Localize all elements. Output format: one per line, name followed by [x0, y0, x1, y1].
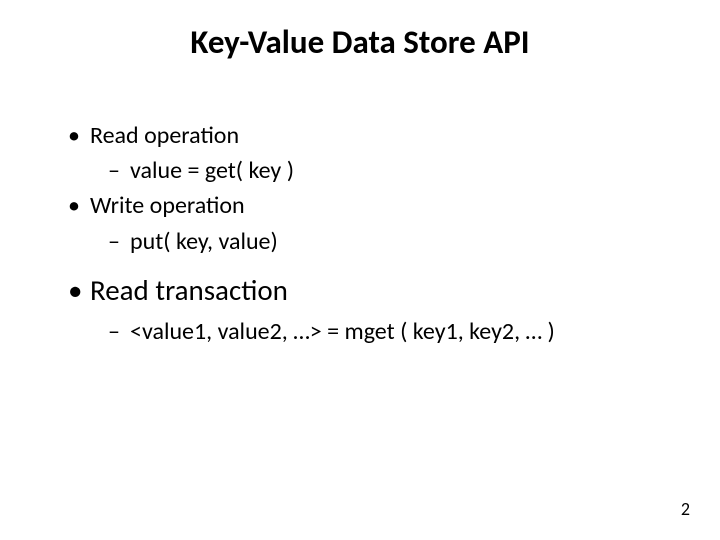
- subbullet-text: put( key, value): [130, 227, 278, 256]
- subbullet-mget: – <value1, value2, …> = mget ( key1, key…: [130, 316, 660, 347]
- subbullet-get: – value = get( key ): [130, 155, 660, 186]
- bullet-text: Read operation: [90, 121, 239, 150]
- slide-body: • Read operation – value = get( key ) • …: [60, 120, 660, 347]
- slide: Key-Value Data Store API • Read operatio…: [0, 0, 720, 540]
- subbullet-put: – put( key, value): [130, 226, 660, 257]
- dash-icon: –: [108, 226, 120, 257]
- dash-icon: –: [108, 155, 120, 186]
- bullet-read-transaction: • Read transaction: [90, 271, 660, 310]
- subbullet-text: <value1, value2, …> = mget ( key1, key2,…: [130, 317, 555, 346]
- page-number: 2: [681, 498, 690, 520]
- subbullet-text: value = get( key ): [130, 156, 294, 185]
- slide-title: Key-Value Data Store API: [0, 22, 720, 62]
- bullet-text: Read transaction: [90, 272, 288, 308]
- bullet-dot-icon: •: [68, 271, 82, 310]
- bullet-write-operation: • Write operation: [90, 190, 660, 221]
- bullet-read-operation: • Read operation: [90, 120, 660, 151]
- bullet-dot-icon: •: [68, 120, 80, 151]
- bullet-dot-icon: •: [68, 190, 80, 221]
- dash-icon: –: [108, 316, 120, 347]
- bullet-text: Write operation: [90, 191, 245, 220]
